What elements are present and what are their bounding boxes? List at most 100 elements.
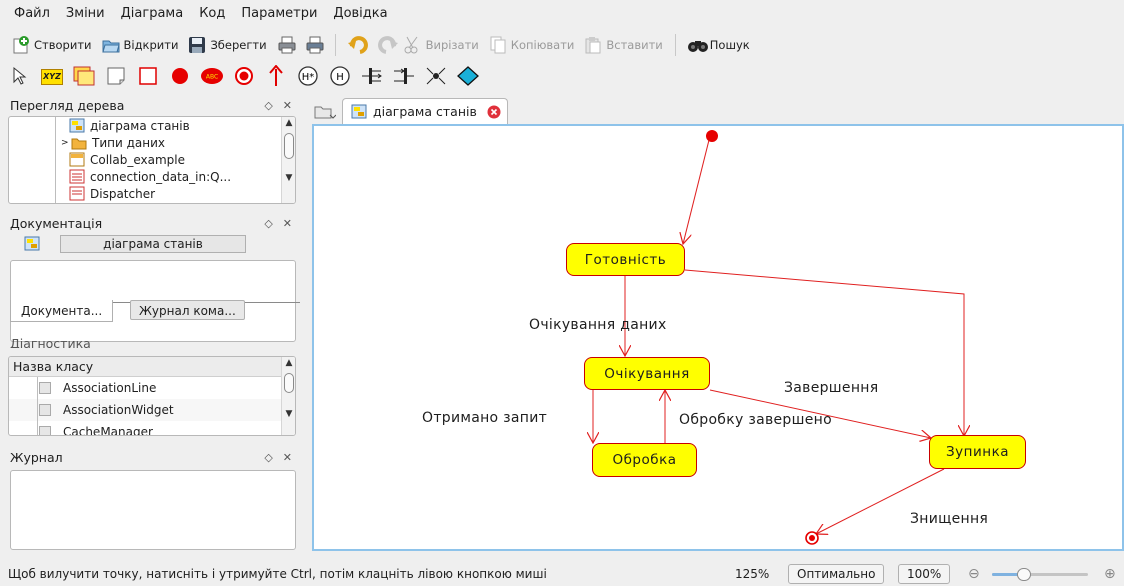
state-box-icon bbox=[73, 66, 95, 89]
new-button[interactable]: Створити bbox=[8, 32, 96, 58]
transition-tool[interactable] bbox=[264, 63, 288, 89]
close-icon[interactable]: ✕ bbox=[283, 99, 292, 112]
float-icon[interactable]: ◇ bbox=[264, 217, 272, 230]
list-item[interactable]: AssociationWidget bbox=[9, 399, 295, 421]
status-hint: Щоб вилучити точку, натисніть і утримуйт… bbox=[8, 567, 547, 581]
tree-item[interactable]: > Типи даних bbox=[9, 134, 295, 151]
state-tool[interactable] bbox=[72, 65, 96, 89]
transition-label-request-received[interactable]: Отримано запит bbox=[422, 410, 547, 426]
list-item[interactable]: CacheManager bbox=[9, 421, 295, 435]
checkbox[interactable] bbox=[39, 404, 51, 416]
expand-arrow-icon[interactable]: > bbox=[61, 138, 71, 148]
checkbox[interactable] bbox=[39, 426, 51, 435]
junction-tool[interactable] bbox=[424, 65, 448, 89]
new-tab-button[interactable] bbox=[312, 100, 338, 122]
redo-button[interactable] bbox=[372, 32, 398, 58]
deep-history-tool[interactable]: H* bbox=[296, 65, 320, 89]
tree-item[interactable]: діаграма станів bbox=[9, 117, 295, 134]
close-icon[interactable]: ✕ bbox=[283, 217, 292, 230]
class-name-column-header[interactable]: Назва класу bbox=[9, 357, 295, 377]
float-icon[interactable]: ◇ bbox=[264, 451, 272, 464]
new-tab-icon bbox=[314, 106, 336, 119]
open-label: Відкрити bbox=[123, 38, 179, 52]
scroll-down-icon[interactable]: ▼ bbox=[282, 173, 295, 183]
float-icon[interactable]: ◇ bbox=[264, 99, 272, 112]
transition-label-destroy[interactable]: Знищення bbox=[910, 511, 988, 527]
state-ready[interactable]: Готовність bbox=[566, 243, 685, 276]
print-preview-button[interactable] bbox=[301, 32, 327, 58]
shallow-history-tool[interactable]: H bbox=[328, 65, 352, 89]
cut-label: Вирізати bbox=[425, 38, 479, 52]
diagram-name-field[interactable]: діаграма станів bbox=[60, 235, 246, 253]
copy-button[interactable]: Копіювати bbox=[485, 32, 579, 58]
zoom-fit-button[interactable]: Оптимально bbox=[788, 564, 885, 584]
menu-file[interactable]: Файл bbox=[6, 3, 58, 25]
state-stop[interactable]: Зупинка bbox=[929, 435, 1026, 469]
find-button[interactable]: Пошук bbox=[684, 32, 754, 58]
transition-label-wait-data[interactable]: Очікування даних bbox=[529, 317, 667, 333]
state-processing[interactable]: Обробка bbox=[592, 443, 697, 477]
zoom-slider-handle[interactable] bbox=[1016, 568, 1031, 581]
transition-label-processing-done[interactable]: Обробку завершено bbox=[679, 412, 832, 428]
box-tool[interactable] bbox=[136, 65, 160, 89]
svg-text:H*: H* bbox=[302, 72, 315, 83]
end-state-tool[interactable] bbox=[232, 65, 256, 89]
log-text[interactable] bbox=[10, 470, 296, 550]
tab-state-diagram[interactable]: діаграма станів bbox=[342, 98, 508, 124]
tree-scrollbar[interactable]: ▲ ▼ bbox=[281, 117, 295, 203]
menu-diagram[interactable]: Діаграма bbox=[113, 3, 192, 25]
zoom-out-icon[interactable]: ⊖ bbox=[968, 566, 980, 582]
close-tab-icon[interactable] bbox=[487, 105, 501, 119]
tree-item[interactable]: connection_data_in:Q... bbox=[9, 168, 295, 185]
checkbox[interactable] bbox=[39, 382, 51, 394]
documentation-dock: Документація ◇ ✕ діаграма станів Документ… bbox=[0, 212, 300, 342]
diagnostics-list[interactable]: Назва класу AssociationLine AssociationW… bbox=[8, 356, 296, 436]
transition-label-finish[interactable]: Завершення bbox=[784, 380, 878, 396]
tab-documentation[interactable]: Документа... bbox=[10, 300, 114, 322]
scroll-down-icon[interactable]: ▼ bbox=[282, 409, 295, 419]
zoom-slider[interactable] bbox=[992, 568, 1088, 581]
menu-help[interactable]: Довідка bbox=[325, 3, 395, 25]
class-box-icon: XYZ bbox=[41, 69, 63, 85]
box-icon bbox=[138, 66, 158, 89]
scroll-thumb[interactable] bbox=[284, 373, 294, 393]
tree-view[interactable]: діаграма станів > Типи даних Collab_exam… bbox=[8, 116, 296, 204]
initial-state-icon bbox=[170, 66, 190, 89]
initial-state[interactable] bbox=[706, 130, 718, 142]
menu-settings[interactable]: Параметри bbox=[233, 3, 325, 25]
scroll-thumb[interactable] bbox=[284, 133, 294, 159]
fork-tool[interactable] bbox=[360, 65, 384, 89]
class-tool[interactable]: XYZ bbox=[40, 65, 64, 89]
activity-tool[interactable]: ABC bbox=[200, 65, 224, 89]
state-waiting[interactable]: Очікування bbox=[584, 357, 710, 390]
close-icon[interactable]: ✕ bbox=[283, 451, 292, 464]
join-tool[interactable] bbox=[392, 65, 416, 89]
state-diagram-icon bbox=[351, 104, 367, 119]
diamond-icon bbox=[457, 65, 479, 89]
zoom-in-icon[interactable]: ⊕ bbox=[1104, 566, 1116, 582]
diagram-canvas[interactable]: Готовність Очікування Обробка Зупинка Оч… bbox=[312, 124, 1124, 551]
choice-tool[interactable] bbox=[456, 65, 480, 89]
diagnostics-scrollbar[interactable]: ▲ ▼ bbox=[281, 357, 295, 435]
scroll-up-icon[interactable]: ▲ bbox=[282, 118, 295, 128]
object-icon bbox=[69, 186, 85, 201]
undo-button[interactable] bbox=[344, 32, 370, 58]
list-item[interactable]: AssociationLine bbox=[9, 377, 295, 399]
zoom-100-button[interactable]: 100% bbox=[898, 564, 951, 584]
menu-code[interactable]: Код bbox=[191, 3, 233, 25]
menu-edit[interactable]: Зміни bbox=[58, 3, 113, 25]
open-button[interactable]: Відкрити bbox=[98, 32, 183, 58]
paste-button[interactable]: Вставити bbox=[580, 32, 666, 58]
note-tool[interactable] bbox=[104, 65, 128, 89]
initial-state-tool[interactable] bbox=[168, 65, 192, 89]
cut-button[interactable]: Вирізати bbox=[400, 32, 483, 58]
save-button[interactable]: Зберегти bbox=[184, 32, 270, 58]
tab-command-log[interactable]: Журнал кома... bbox=[130, 300, 245, 320]
transition-initial-ready[interactable] bbox=[683, 139, 710, 244]
paste-label: Вставити bbox=[606, 38, 663, 52]
print-button[interactable] bbox=[273, 32, 299, 58]
scroll-up-icon[interactable]: ▲ bbox=[282, 358, 295, 368]
tree-item[interactable]: Dispatcher bbox=[9, 185, 295, 202]
tree-item[interactable]: Collab_example bbox=[9, 151, 295, 168]
select-tool[interactable] bbox=[8, 65, 32, 89]
